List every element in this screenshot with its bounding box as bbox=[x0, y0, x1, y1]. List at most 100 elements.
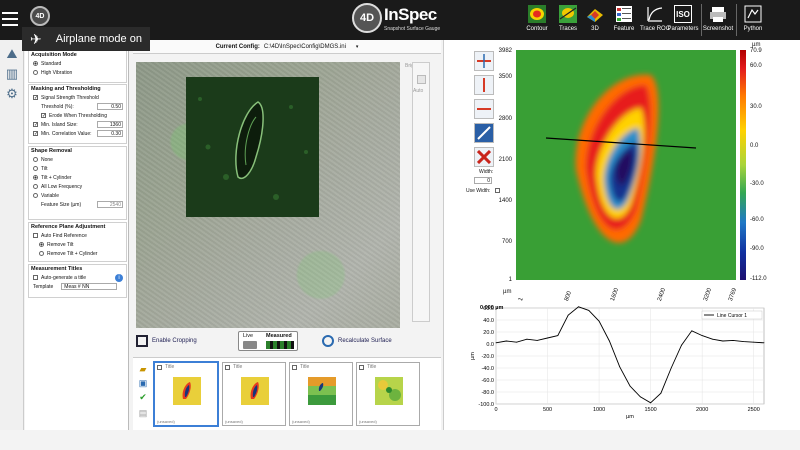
min-corr-input[interactable]: 0.30 bbox=[97, 130, 123, 137]
crop-icon bbox=[136, 335, 148, 347]
remove-tilt[interactable]: Remove Tilt bbox=[29, 240, 126, 249]
thumbnail-card[interactable]: Title (unsaved) bbox=[289, 362, 353, 426]
profile-point bbox=[650, 402, 652, 404]
height-map-x-axis: 1 800 1600 2400 3200 3769 bbox=[516, 282, 746, 302]
feature-button[interactable]: Feature bbox=[611, 2, 637, 38]
option-label: Remove Tilt bbox=[47, 241, 74, 248]
3d-button[interactable]: 3D bbox=[583, 2, 607, 38]
recalculate-surface-button[interactable]: Recalculate Surface bbox=[322, 332, 402, 350]
shape-all-low-frequency[interactable]: All Low Frequency bbox=[29, 182, 126, 191]
x-tick-label: 500 bbox=[543, 407, 552, 413]
statistics-icon[interactable]: ▥ bbox=[3, 66, 21, 84]
live-label: Live bbox=[243, 333, 254, 339]
checkbox-icon[interactable] bbox=[41, 113, 46, 118]
thumbnail-title: Title bbox=[300, 364, 310, 370]
radio-icon[interactable] bbox=[33, 166, 38, 171]
shape-variable[interactable]: Variable bbox=[29, 191, 126, 200]
shape-tilt-cylinder[interactable]: Tilt + Cylinder bbox=[29, 173, 126, 182]
checkbox-icon[interactable] bbox=[225, 364, 230, 370]
checkbox-icon[interactable] bbox=[292, 364, 297, 370]
settings-icon[interactable]: ⚙ bbox=[3, 86, 21, 104]
radio-icon[interactable] bbox=[33, 175, 38, 180]
acquisition-standard[interactable]: Standard bbox=[29, 59, 126, 68]
config-label: Current Config: bbox=[215, 43, 260, 50]
profile-point bbox=[691, 330, 693, 332]
checkbox-icon[interactable] bbox=[33, 122, 38, 127]
min-island-input[interactable]: 1360 bbox=[97, 121, 123, 128]
open-folder-icon[interactable]: ▰ bbox=[138, 364, 148, 374]
chart-title: 0.000 µm bbox=[480, 305, 503, 311]
height-map[interactable] bbox=[516, 50, 736, 280]
save-icon[interactable]: ▣ bbox=[138, 378, 148, 388]
thumbnail-header: Title bbox=[223, 363, 285, 371]
screenshot-button[interactable]: Screenshot bbox=[702, 2, 734, 38]
x-tick-label: 3769 bbox=[728, 287, 739, 303]
menu-icon[interactable] bbox=[2, 12, 18, 26]
contour-button[interactable]: Contour bbox=[522, 2, 552, 38]
reference-plane-group: Reference Plane Adjustment Auto Find Ref… bbox=[28, 222, 127, 262]
checkbox-icon[interactable] bbox=[33, 131, 38, 136]
measure-icon[interactable]: ⛰ bbox=[3, 46, 21, 64]
enable-cropping-button[interactable]: Enable Cropping bbox=[136, 332, 200, 350]
checkbox-icon[interactable] bbox=[33, 95, 38, 100]
crop-region[interactable] bbox=[186, 77, 319, 217]
shape-none[interactable]: None bbox=[29, 155, 126, 164]
radio-icon[interactable] bbox=[33, 70, 38, 75]
radio-icon[interactable] bbox=[33, 157, 38, 162]
auto-find-reference[interactable]: Auto Find Reference bbox=[29, 231, 126, 240]
checkbox-icon[interactable] bbox=[33, 275, 38, 280]
profile-chart[interactable]: 60.040.020.00.0-20.0-40.0-60.0-80.0-100.… bbox=[470, 302, 770, 422]
auto-generate-title[interactable]: Auto-generate a title i bbox=[29, 273, 126, 282]
profile-point bbox=[763, 342, 765, 344]
erode-checkbox[interactable]: Erode When Thresholding bbox=[29, 111, 126, 120]
shape-tilt[interactable]: Tilt bbox=[29, 164, 126, 173]
checkbox-icon[interactable] bbox=[33, 233, 38, 238]
thumbnail-header: Title bbox=[357, 363, 419, 371]
checkbox-icon[interactable] bbox=[359, 364, 364, 370]
height-map-y-axis: 3982 3500 2800 2100 1400 700 1 bbox=[480, 48, 514, 283]
profile-point bbox=[567, 314, 569, 316]
camera-view[interactable] bbox=[136, 62, 400, 328]
info-icon[interactable]: i bbox=[115, 273, 123, 282]
thumbnail-status: (unsaved) bbox=[292, 419, 310, 424]
profile-point bbox=[578, 306, 579, 308]
feature-size-input[interactable]: 2540 bbox=[97, 201, 123, 208]
masking-group: Masking and Thresholding Signal Strength… bbox=[28, 84, 127, 144]
trace-roc-button[interactable]: Trace ROC bbox=[638, 2, 672, 38]
x-unit-label: µm bbox=[503, 289, 512, 295]
remove-tilt-cylinder[interactable]: Remove Tilt + Cylinder bbox=[29, 249, 126, 258]
live-measured-toggle[interactable]: Live Measured bbox=[238, 331, 298, 351]
threshold-input[interactable]: 0.50 bbox=[97, 103, 123, 110]
thumbnail-card[interactable]: Title (unsaved) bbox=[222, 362, 286, 426]
radio-icon[interactable] bbox=[33, 61, 38, 66]
thumbnail-card[interactable]: Title (unsaved) bbox=[356, 362, 420, 426]
x-tick-label: 2400 bbox=[657, 287, 668, 303]
radio-icon[interactable] bbox=[39, 251, 44, 256]
signal-strength-checkbox[interactable]: Signal Strength Threshold bbox=[29, 93, 126, 102]
acquisition-high-vibration[interactable]: High Vibration bbox=[29, 68, 126, 77]
radio-icon[interactable] bbox=[33, 184, 38, 189]
traces-button[interactable]: Traces bbox=[554, 2, 582, 38]
thumbnail-image bbox=[375, 377, 403, 405]
radio-icon[interactable] bbox=[39, 242, 44, 247]
contour-label: Contour bbox=[526, 26, 548, 32]
colorbar-tick: -30.0 bbox=[750, 181, 764, 187]
x-tick-label: 1500 bbox=[644, 407, 656, 413]
min-island-label: Min. Island Size: bbox=[41, 121, 78, 128]
auto-brightness-checkbox[interactable] bbox=[417, 75, 426, 84]
radio-icon[interactable] bbox=[33, 193, 38, 198]
config-selector[interactable]: Current Config: C:\4D\InSpec\Config\DMGS… bbox=[133, 40, 441, 54]
python-button[interactable]: Python bbox=[739, 2, 767, 38]
profile-point bbox=[588, 310, 590, 311]
template-input[interactable]: Meas # NN bbox=[61, 283, 118, 290]
option-label: Remove Tilt + Cylinder bbox=[47, 250, 98, 257]
checkbox-icon[interactable] bbox=[157, 364, 162, 370]
delete-icon[interactable]: ▤ bbox=[138, 408, 148, 418]
chevron-down-icon[interactable]: ▾ bbox=[356, 44, 359, 50]
thumbnail-card[interactable]: Title (unsaved) bbox=[154, 362, 218, 426]
traces-label: Traces bbox=[558, 26, 578, 32]
check-icon[interactable]: ✔ bbox=[138, 392, 148, 402]
parameters-button[interactable]: ISO Parameters bbox=[668, 2, 699, 38]
brand-badge: 4D bbox=[352, 3, 382, 33]
brightness-slider[interactable] bbox=[412, 62, 430, 322]
